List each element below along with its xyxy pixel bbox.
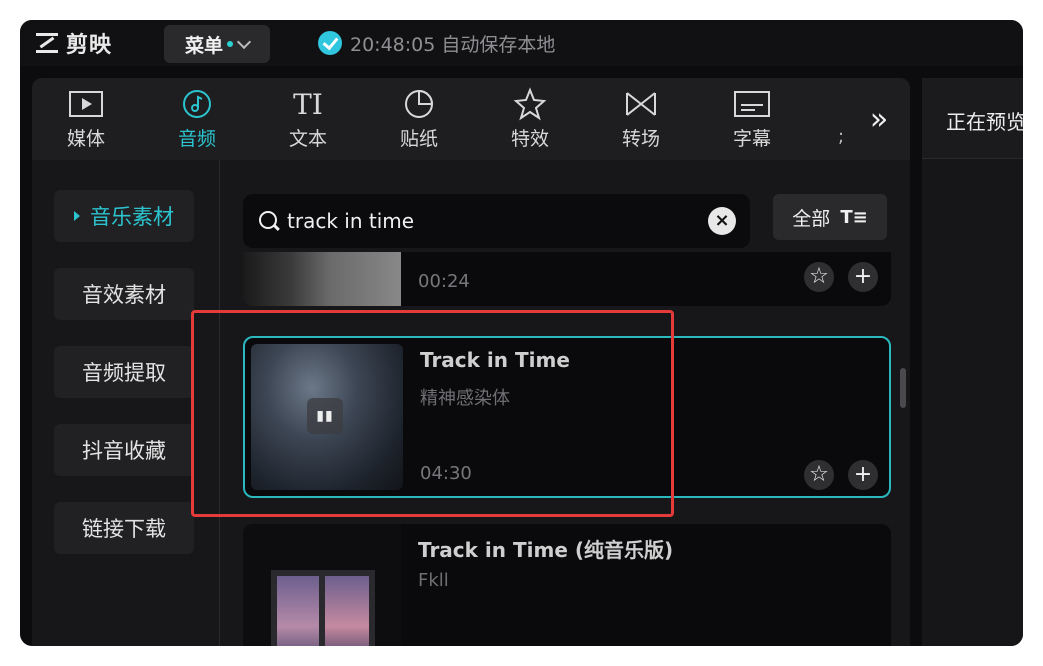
more-tabs-button[interactable]: » (854, 100, 904, 140)
title-bar: 剪映 菜单 20:48:05 自动保存本地 (20, 20, 1023, 66)
tab-subtitle[interactable]: 字幕 (712, 86, 792, 156)
tab-media[interactable]: 媒体 (46, 86, 126, 156)
add-track-button[interactable]: + (848, 460, 878, 490)
scrollbar[interactable] (900, 368, 906, 408)
track-title: Track in Time (纯音乐版) (418, 538, 674, 562)
tab-media-label: 媒体 (66, 128, 105, 150)
search-input[interactable] (287, 208, 687, 234)
category-toolbar: 媒体 音频 TI 文本 贴纸 特效 转场 字幕 ; » (32, 78, 910, 160)
tab-effects-label: 特效 (510, 128, 549, 150)
sidebar-item-label: 链接下载 (82, 517, 166, 541)
add-track-button[interactable]: + (848, 262, 878, 292)
autosave-text: 20:48:05 自动保存本地 (350, 33, 556, 56)
highlight-annotation-box (191, 310, 674, 517)
menu-label: 菜单 (184, 34, 223, 57)
capcut-logo-icon (34, 31, 60, 55)
filter-label: 全部 (792, 207, 831, 230)
preview-panel: 正在预览 (922, 78, 1023, 646)
sidebar-item-music[interactable]: 音乐素材 (54, 190, 194, 242)
sidebar-item-label: 音乐素材 (90, 205, 174, 229)
check-icon (318, 31, 342, 55)
chevron-down-icon (236, 34, 252, 50)
tab-audio-label: 音频 (177, 128, 216, 150)
favorite-star-icon[interactable]: ☆ (804, 460, 834, 490)
audio-icon (157, 86, 237, 122)
sidebar-item-douyin-favorites[interactable]: 抖音收藏 (54, 424, 194, 476)
search-box: × (243, 194, 750, 248)
menu-button[interactable]: 菜单 (164, 25, 270, 63)
app-logo: 剪映 (34, 28, 112, 58)
tab-text[interactable]: TI 文本 (268, 86, 348, 156)
track-card[interactable]: 00:24 ☆ + (243, 252, 891, 306)
track-card[interactable]: Track in Time (纯音乐版) Fkll (243, 524, 891, 646)
sidebar-item-audio-extract[interactable]: 音频提取 (54, 346, 194, 398)
preview-title: 正在预览 (946, 110, 1023, 134)
effects-icon (490, 86, 570, 122)
toolbar-overflow-fragment: ; (838, 126, 845, 147)
text-icon: TI (293, 87, 323, 121)
filter-button[interactable]: 全部 T≡ (773, 194, 887, 240)
tab-text-label: 文本 (288, 128, 327, 150)
sidebar-item-link-download[interactable]: 链接下载 (54, 502, 194, 554)
track-duration: 00:24 (418, 271, 470, 292)
favorite-star-icon[interactable]: ☆ (804, 262, 834, 292)
active-indicator-icon (74, 211, 80, 221)
sticker-icon (379, 86, 459, 122)
track-thumbnail-window (243, 524, 401, 646)
sidebar-item-sound-effects[interactable]: 音效素材 (54, 268, 194, 320)
menu-notification-dot (227, 41, 233, 47)
track-artist: Fkll (418, 570, 449, 591)
search-icon (259, 211, 277, 229)
media-icon (46, 86, 126, 122)
filter-icon: T≡ (840, 206, 868, 228)
tab-sticker-label: 贴纸 (399, 128, 438, 150)
preview-header: 正在预览 (922, 78, 1023, 159)
sidebar-item-label: 音频提取 (82, 361, 166, 385)
sidebar-item-label: 音效素材 (82, 283, 166, 307)
app-name: 剪映 (66, 33, 113, 58)
autosave-status: 20:48:05 自动保存本地 (318, 30, 555, 56)
tab-effects[interactable]: 特效 (490, 86, 570, 156)
clear-search-button[interactable]: × (708, 207, 736, 235)
window-frame (271, 570, 375, 646)
tab-audio[interactable]: 音频 (157, 86, 237, 156)
tab-sticker[interactable]: 贴纸 (379, 86, 459, 156)
subtitle-icon (712, 86, 792, 122)
transition-icon (601, 86, 681, 122)
track-thumbnail (243, 252, 401, 306)
sidebar-item-label: 抖音收藏 (82, 439, 166, 463)
tab-transition[interactable]: 转场 (601, 86, 681, 156)
tab-transition-label: 转场 (621, 128, 660, 150)
tab-subtitle-label: 字幕 (732, 128, 771, 150)
